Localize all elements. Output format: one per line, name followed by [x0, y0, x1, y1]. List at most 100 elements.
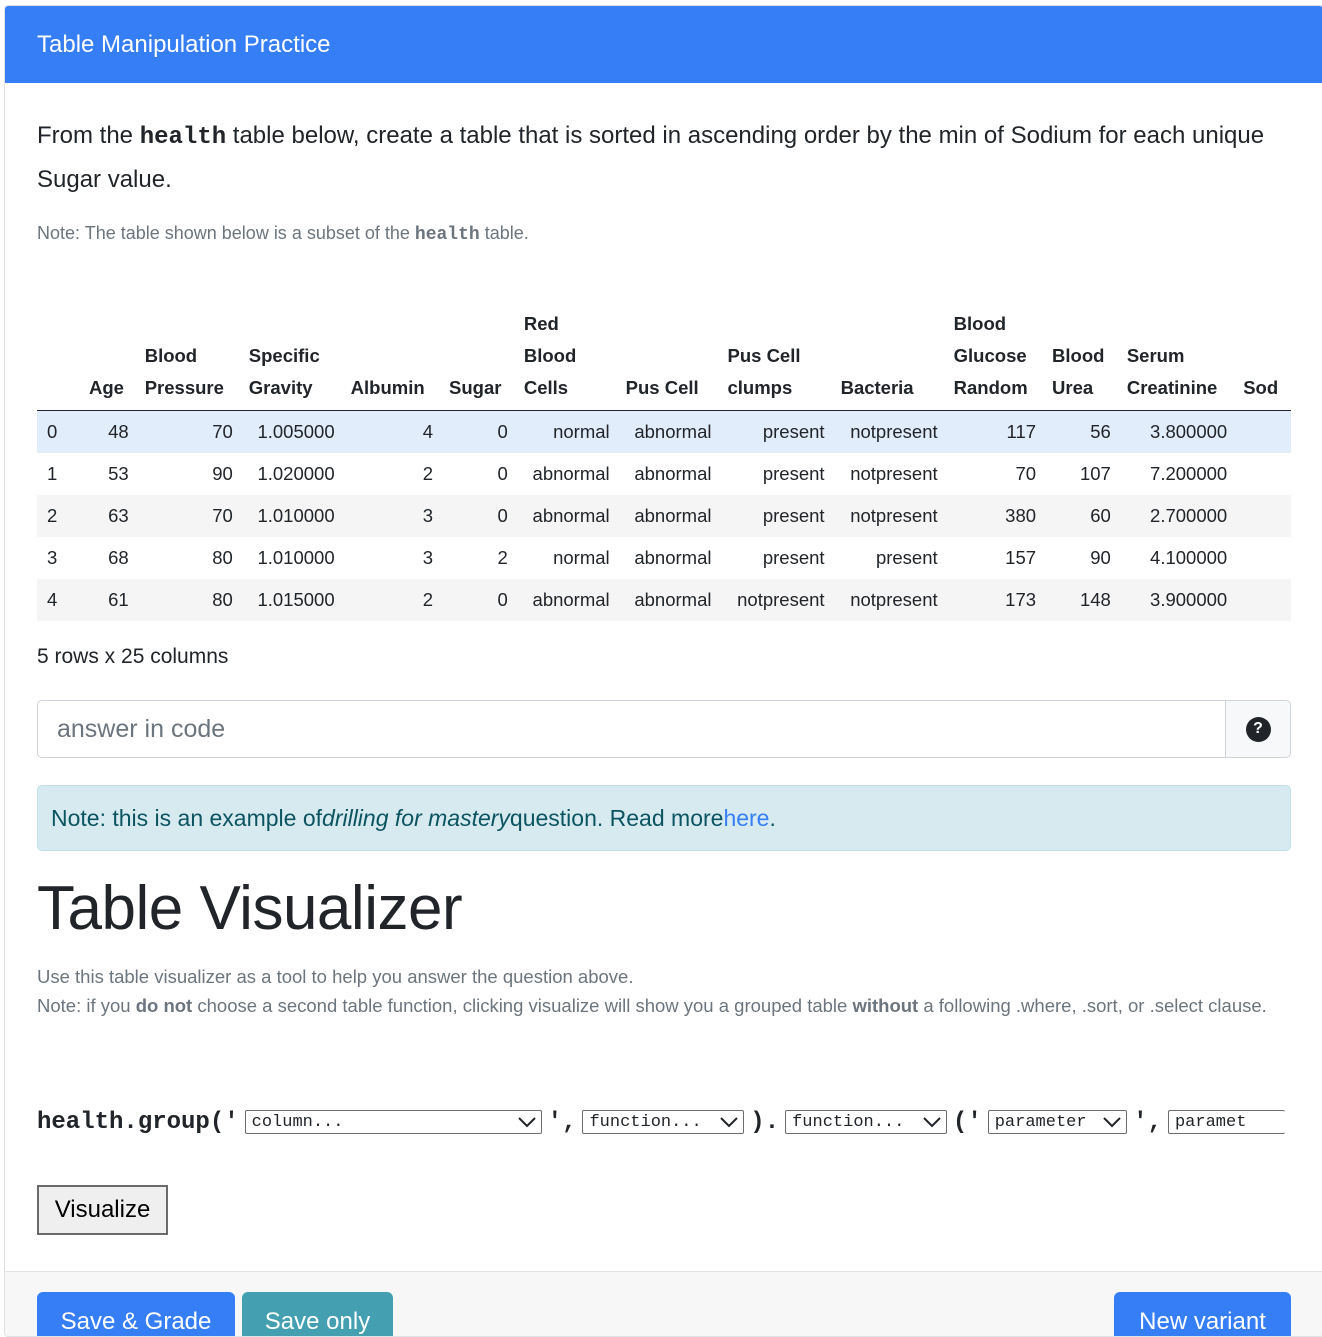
table-cell: 117: [945, 410, 1045, 453]
column-header: Blood Glucose Random: [945, 308, 1045, 411]
table-cell: 1.010000: [240, 495, 343, 537]
table-cell: abnormal: [617, 579, 720, 621]
help-button[interactable]: ?: [1226, 700, 1291, 758]
table-cell: 48: [81, 410, 137, 453]
table-cell: [1235, 495, 1291, 537]
table-cell: 80: [136, 579, 241, 621]
group-function-select[interactable]: function...: [582, 1110, 745, 1134]
table-cell: abnormal: [617, 410, 720, 453]
column-header: Sugar: [441, 308, 516, 411]
column-header: Bacteria: [832, 308, 946, 411]
visualizer-desc-line: Use this table visualizer as a tool to h…: [37, 966, 634, 987]
new-variant-button[interactable]: New variant: [1114, 1292, 1291, 1336]
column-header-line: Blood: [523, 345, 577, 366]
table-shape: 5 rows x 25 columns: [37, 645, 229, 668]
save-grade-button[interactable]: Save & Grade: [37, 1292, 235, 1336]
desc-text: a following .where, .sort, or .select cl…: [918, 994, 1267, 1016]
column-header-line: Blood: [953, 313, 1007, 334]
column-header-line: Pus Cell: [727, 345, 801, 366]
table-cell: 148: [1044, 579, 1119, 621]
table-cell: 0: [497, 463, 508, 484]
column-header: Blood Urea: [1044, 308, 1119, 411]
desc-text: choose a second table function, clicking…: [192, 994, 853, 1016]
table-cell: 56: [1044, 410, 1119, 453]
table-cell: normal: [515, 410, 618, 453]
column-header-line: Serum: [1126, 345, 1185, 366]
table-cell: abnormal: [515, 495, 618, 537]
column-header: Serum Creatinine: [1118, 308, 1236, 411]
table-cell: 380: [945, 495, 1045, 537]
read-more-link[interactable]: here: [723, 805, 769, 832]
table-cell: 53: [108, 463, 129, 484]
card-footer: Save & Grade Save only New variant: [5, 1271, 1322, 1336]
table-cell: 1.020000: [257, 463, 335, 484]
group-function-value: function...: [589, 1112, 702, 1132]
question-text: From the health table below, create a ta…: [37, 115, 1297, 201]
page-title: Table Manipulation Practice: [37, 30, 331, 58]
desc-bold: do not: [135, 994, 193, 1016]
table-cell: 90: [212, 463, 233, 484]
table-cell: 3.800000: [1118, 410, 1236, 453]
table-cell: normal: [553, 547, 610, 568]
column-header: Age: [81, 308, 137, 411]
table-cell: 61: [81, 579, 137, 621]
table-cell: 0: [441, 495, 516, 537]
question-part: From the: [37, 122, 140, 149]
table-cell: 3: [342, 495, 442, 537]
column-header: Albumin: [342, 308, 442, 411]
column-header: Pus Cell: [617, 308, 720, 411]
row-index: 4: [37, 579, 81, 621]
column-header-line: Specific: [248, 345, 320, 366]
table-header-row: Age Blood Pressure Specific Gravity Albumin Su…: [37, 308, 1291, 411]
table-cell: abnormal: [617, 495, 720, 537]
column-header-line: Blood: [1052, 345, 1105, 366]
table-name-code: health: [414, 225, 480, 245]
subset-note-text: table.: [479, 223, 529, 243]
column-header-line: Sugar: [449, 377, 502, 398]
column-header: Sod: [1235, 308, 1291, 411]
table-function-select[interactable]: function...: [785, 1110, 947, 1134]
column-header-line: Cells: [523, 377, 569, 398]
question-card: Table Manipulation Practice From the hea…: [4, 5, 1322, 1337]
column-header-line: Albumin: [350, 377, 425, 398]
column-header: Specific Gravity: [240, 308, 343, 411]
table-cell: present: [719, 495, 833, 537]
table-cell: 3.900000: [1118, 579, 1236, 621]
save-only-button[interactable]: Save only: [242, 1292, 393, 1336]
column-select[interactable]: column...: [244, 1110, 542, 1134]
table-cell: 1.015000: [240, 579, 343, 621]
column-header-line: Red: [523, 313, 559, 334]
table-cell: notpresent: [719, 579, 833, 621]
column-header-line: Pus Cell: [625, 377, 699, 398]
question-mark-icon: ?: [1245, 716, 1271, 742]
table-cell: 4.100000: [1150, 547, 1228, 568]
table-cell: abnormal: [634, 547, 712, 568]
table-cell: notpresent: [832, 410, 946, 453]
column-header: [37, 308, 81, 411]
table-cell: 68: [108, 547, 129, 568]
column-header-line: Age: [89, 377, 124, 398]
chevron-down-icon: [517, 1117, 536, 1128]
data-table: Age Blood Pressure Specific Gravity Albumin Su…: [37, 308, 1291, 621]
visualizer-desc-line: Note: if you do not choose a second tabl…: [37, 992, 1287, 1021]
row-index: 3: [47, 547, 58, 568]
table-cell: present: [719, 410, 833, 453]
table-cell: 1.010000: [257, 547, 335, 568]
column-select-value: column...: [251, 1112, 344, 1132]
column-header-line: Random: [953, 377, 1028, 398]
table-cell: notpresent: [850, 463, 938, 484]
table-cell: abnormal: [634, 463, 712, 484]
code-separator: ).: [750, 1108, 780, 1136]
visualize-button[interactable]: Visualize: [37, 1185, 168, 1235]
parameter-select-2[interactable]: paramet: [1167, 1110, 1286, 1134]
parameter-select-1[interactable]: parameter: [987, 1110, 1128, 1134]
alert-emphasis: drilling for mastery: [322, 804, 510, 831]
table-cell: [1235, 410, 1291, 453]
table-cell: 63: [81, 495, 137, 537]
table-row: 1 53 90 1.020000 2 0 abnormal abnormal present no…: [37, 453, 1291, 495]
answer-input[interactable]: [37, 700, 1226, 758]
column-header-line: Glucose: [953, 345, 1027, 366]
column-header-line: Urea: [1052, 377, 1094, 398]
table-cell: 80: [212, 547, 233, 568]
table-cell: 4: [342, 410, 442, 453]
